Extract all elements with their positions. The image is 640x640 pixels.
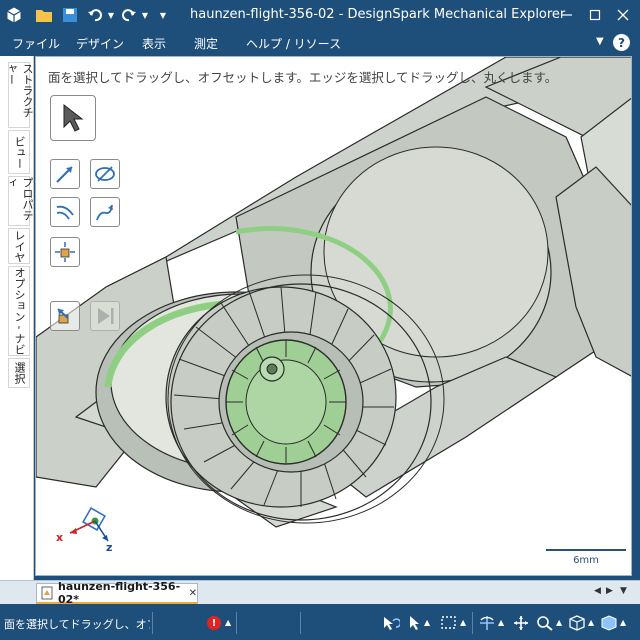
redo-icon[interactable] <box>120 6 138 24</box>
along-trajectory-tool[interactable] <box>90 197 120 227</box>
maximize-icon[interactable] <box>580 4 610 26</box>
zoom-dropdown-icon[interactable]: ▲ <box>556 618 562 627</box>
box-select-dropdown-icon[interactable]: ▲ <box>460 618 466 627</box>
menu-file[interactable]: ファイル <box>12 35 60 52</box>
move-direction-tool[interactable] <box>50 159 80 189</box>
document-icon <box>40 586 54 600</box>
select-mode-dropdown-icon[interactable]: ▲ <box>424 618 430 627</box>
curve-face-icon <box>56 205 74 220</box>
document-tab-close-icon[interactable]: ✕ <box>189 588 197 599</box>
save-icon[interactable] <box>60 6 80 24</box>
tab-scroll-right-icon[interactable]: ▶ <box>606 586 613 596</box>
tab-structure[interactable]: ストラクチャー <box>5 62 34 128</box>
complete-tool[interactable] <box>50 301 80 331</box>
title-bar: ▼ ▼ ▼ haunzen-flight-356-02 - DesignSpar… <box>0 0 640 30</box>
app-cube-icon[interactable] <box>4 6 24 24</box>
rotate-tool[interactable] <box>90 159 120 189</box>
play-next-icon <box>98 308 114 324</box>
menu-bar: ファイル デザイン 表示 測定 ヘルプ / リソース <box>0 30 640 56</box>
orbit-icon[interactable] <box>478 615 496 635</box>
cursor-arrow-icon <box>63 103 84 132</box>
status-bar: 面を選択してドラッグし、オフセットします。 ! ▲ ▲ ▲ ▲ ▲ ▲ ▲ <box>0 606 640 640</box>
error-indicator-icon[interactable]: ! <box>207 616 221 630</box>
customize-dropdown-icon[interactable]: ▼ <box>158 6 168 24</box>
window-title: haunzen-flight-356-02 - DesignSpark Mech… <box>190 7 566 22</box>
scale-label: 6mm <box>573 555 599 566</box>
menu-design[interactable]: デザイン <box>76 35 124 52</box>
pull-complete-icon <box>57 308 69 324</box>
document-tab[interactable]: haunzen-flight-356-02* ✕ <box>36 580 198 606</box>
orientation-triad: x z <box>56 505 126 557</box>
folder-icon[interactable] <box>34 6 54 24</box>
view-cube-icon[interactable] <box>568 615 586 635</box>
status-message: 面を選択してドラッグし、オフセットします。 <box>4 618 150 631</box>
design-viewport[interactable]: 面を選択してドラッグし、オフセットします。エッジを選択してドラッグし、丸くします… <box>35 56 632 576</box>
box-select-icon[interactable] <box>440 615 458 635</box>
pivot-cube-icon <box>55 242 75 262</box>
offset-face-tool[interactable] <box>50 197 80 227</box>
undo-select-icon[interactable] <box>382 615 402 635</box>
ribbon-collapse-icon[interactable]: ▼ <box>596 36 604 47</box>
menu-help-resources[interactable]: ヘルプ / リソース <box>246 35 341 52</box>
help-icon[interactable]: ? <box>613 34 630 51</box>
document-tab-label: haunzen-flight-356-02* <box>58 580 181 606</box>
tab-scroll-left-icon[interactable]: ◀ <box>594 586 601 596</box>
menu-measure[interactable]: 測定 <box>194 35 218 52</box>
pivot-tool[interactable] <box>50 237 80 267</box>
close-icon[interactable] <box>608 4 638 26</box>
orbit-dropdown-icon[interactable]: ▲ <box>498 618 504 627</box>
minimize-icon[interactable] <box>552 4 582 26</box>
status-separator <box>300 612 301 634</box>
tab-views[interactable]: ビュー <box>8 130 30 174</box>
zoom-icon[interactable] <box>536 615 554 635</box>
undo-icon[interactable] <box>86 6 104 24</box>
status-separator <box>472 612 473 634</box>
rotate-axis-icon <box>95 166 115 182</box>
side-panel-tabs: ストラクチャー ビュー プロパティ レイヤ オプション - ナビ 選択 <box>0 56 34 580</box>
trajectory-arrow-icon <box>96 204 113 221</box>
pan-icon[interactable] <box>512 615 530 635</box>
redo-dropdown-icon[interactable]: ▼ <box>140 6 150 24</box>
display-style-icon[interactable] <box>600 615 618 635</box>
display-style-dropdown-icon[interactable]: ▲ <box>620 618 626 627</box>
error-dropdown-icon[interactable]: ▲ <box>225 618 231 627</box>
view-dropdown-icon[interactable]: ▲ <box>588 618 594 627</box>
status-separator <box>152 612 153 634</box>
axis-triad-icon <box>69 507 109 542</box>
scale-line <box>546 549 626 551</box>
scale-bar: 6mm <box>546 549 626 566</box>
tab-list-dropdown-icon[interactable]: ▼ <box>620 586 627 596</box>
triad-x-label: x <box>56 531 64 544</box>
model-render[interactable] <box>36 57 632 576</box>
tool-hint: 面を選択してドラッグし、オフセットします。エッジを選択してドラッグし、丸くします… <box>48 70 558 85</box>
select-mode-icon[interactable] <box>408 615 422 635</box>
undo-dropdown-icon[interactable]: ▼ <box>106 6 116 24</box>
next-step-tool[interactable] <box>90 301 120 331</box>
status-separator <box>236 612 237 634</box>
menu-view[interactable]: 表示 <box>142 35 166 52</box>
tab-options[interactable]: オプション - ナビ <box>8 266 30 356</box>
document-tab-strip: haunzen-flight-356-02* ✕ ◀ ▶ ▼ <box>0 580 640 606</box>
arrow-diagonal-icon <box>56 166 73 183</box>
tab-selection[interactable]: 選択 <box>8 358 30 388</box>
triad-z-label: z <box>106 541 113 554</box>
select-tool-button[interactable] <box>50 95 96 141</box>
tab-layers[interactable]: レイヤ <box>8 228 30 264</box>
tab-properties[interactable]: プロパティ <box>5 176 34 226</box>
